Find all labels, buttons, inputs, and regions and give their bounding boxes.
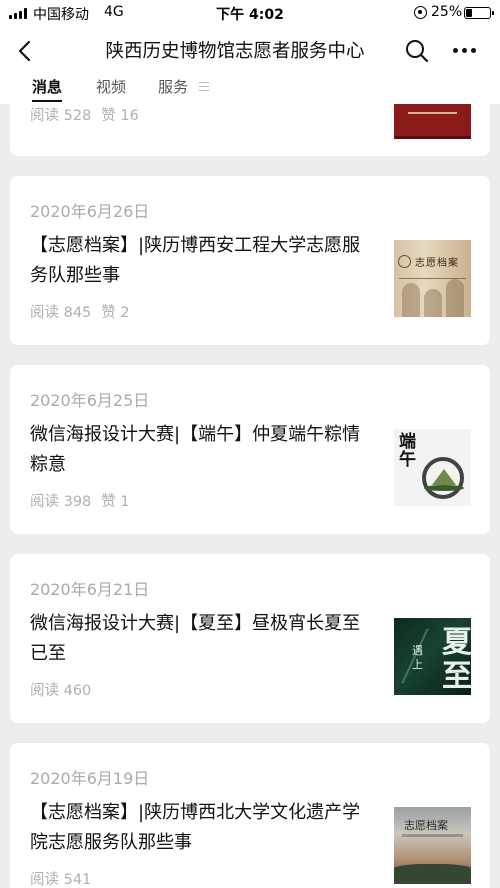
article-thumbnail [394, 104, 471, 139]
read-count: 阅读 398 [30, 494, 92, 510]
article-card[interactable]: 2020年6月25日 微信海报设计大赛|【端午】仲夏端午粽情粽意 阅读 398 赞… [10, 365, 490, 534]
tab-messages[interactable]: 消息 [32, 76, 63, 102]
article-thumbnail: 志愿档案 [394, 807, 471, 884]
tab-label: 视频 [96, 78, 127, 96]
article-date: 2020年6月19日 [30, 769, 150, 788]
thumbnail-subcaption: 遇上 [412, 644, 423, 671]
article-feed[interactable]: 阅读 528 赞 16 2020年6月26日 【志愿档案】|陕历博西安工程大学志愿… [0, 104, 500, 888]
tab-label: 服务 [158, 78, 189, 96]
article-thumbnail: 端午 [394, 429, 471, 506]
article-date: 2020年6月21日 [30, 580, 150, 599]
article-title: 微信海报设计大赛|【夏至】昼极宵长夏至已至 [30, 613, 361, 664]
article-card[interactable]: 2020年6月19日 【志愿档案】|陕历博西北大学文化遗产学院志愿服务队那些事 … [10, 743, 490, 888]
article-title: 【志愿档案】|陕历博西安工程大学志愿服务队那些事 [30, 235, 361, 286]
battery-percent: 25% [431, 4, 463, 20]
search-icon[interactable] [404, 38, 430, 64]
tab-bar: 消息 视频 服务 [0, 76, 500, 104]
active-tab-indicator [32, 100, 63, 102]
tab-label: 消息 [32, 78, 63, 96]
thumbnail-caption: 志愿档案 [404, 819, 448, 832]
article-title: 【志愿档案】|陕历博西北大学文化遗产学院志愿服务队那些事 [30, 802, 361, 853]
status-bar: 中国移动 4G 下午 4:02 25% [0, 0, 500, 26]
article-card[interactable]: 2020年6月26日 【志愿档案】|陕历博西安工程大学志愿服务队那些事 阅读 8… [10, 176, 490, 345]
rotation-lock-icon [414, 6, 427, 19]
like-count: 赞 16 [101, 108, 139, 124]
article-thumbnail: 遇上 夏至 [394, 618, 471, 695]
article-stats: 阅读 398 赞 1 [30, 490, 130, 511]
thumbnail-caption: 志愿档案 [415, 258, 459, 269]
more-dots-icon[interactable] [452, 48, 478, 54]
article-date: 2020年6月26日 [30, 202, 150, 221]
menu-icon [198, 82, 209, 91]
thumbnail-caption: 夏至 [442, 625, 471, 694]
article-title: 微信海报设计大赛|【端午】仲夏端午粽情粽意 [30, 424, 361, 475]
like-count: 赞 1 [101, 494, 130, 510]
nav-bar: 陕西历史博物馆志愿者服务中心 [0, 26, 500, 76]
article-stats: 阅读 528 赞 16 [30, 104, 139, 125]
article-stats: 阅读 541 [30, 868, 91, 888]
tab-videos[interactable]: 视频 [96, 76, 126, 98]
read-count: 阅读 460 [30, 683, 92, 699]
tab-services[interactable]: 服务 [158, 76, 209, 98]
article-stats: 阅读 460 [30, 679, 91, 700]
read-count: 阅读 845 [30, 305, 92, 321]
read-count: 阅读 541 [30, 872, 92, 888]
battery-icon [464, 7, 494, 19]
article-stats: 阅读 845 赞 2 [30, 301, 130, 322]
thumbnail-caption: 端午 [399, 432, 416, 470]
article-card[interactable]: 阅读 528 赞 16 [10, 104, 490, 156]
chevron-left-icon[interactable] [14, 40, 36, 62]
page-title: 陕西历史博物馆志愿者服务中心 [105, 41, 365, 62]
article-date: 2020年6月25日 [30, 391, 150, 410]
like-count: 赞 2 [101, 305, 130, 321]
article-thumbnail: 志愿档案 [394, 240, 471, 317]
article-card[interactable]: 2020年6月21日 微信海报设计大赛|【夏至】昼极宵长夏至已至 阅读 460 … [10, 554, 490, 723]
read-count: 阅读 528 [30, 108, 92, 124]
